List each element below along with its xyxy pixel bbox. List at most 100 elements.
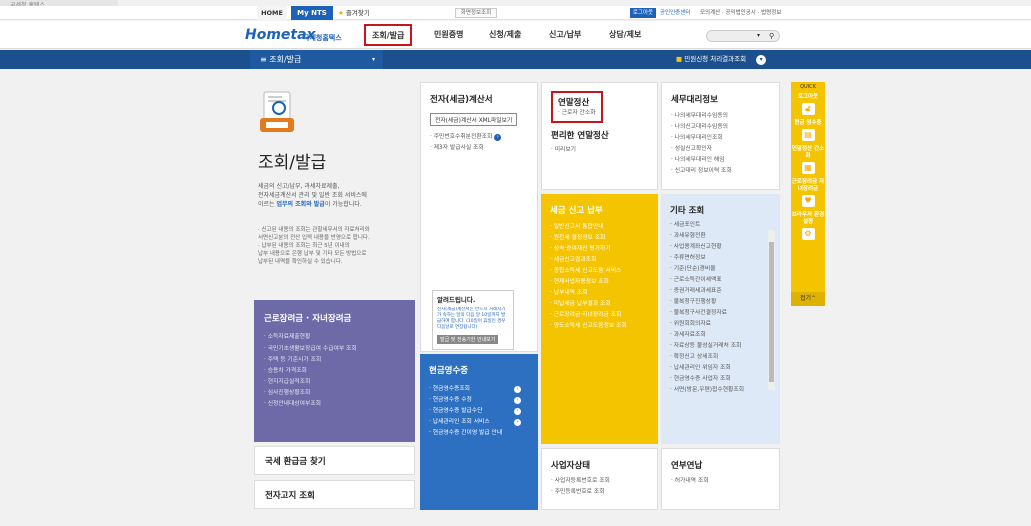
- result-inquiry-link[interactable]: ■ 민원신청 처리결과조회 ▾: [676, 50, 767, 69]
- list-item[interactable]: 증권거래세과세표준: [670, 286, 771, 297]
- panel-title[interactable]: 사업자상태: [551, 459, 648, 471]
- utility-links[interactable]: 모의계산 · 공익법인공시 · 법령정보: [700, 6, 781, 20]
- list-item[interactable]: 현금영수증 사업자 조회: [670, 374, 771, 385]
- chevron-down-icon[interactable]: ▾: [756, 55, 767, 65]
- mynts-link[interactable]: My NTS: [291, 6, 333, 20]
- list-item[interactable]: 근로자 간소화: [558, 108, 596, 119]
- list-item[interactable]: 미납세금 납부결과 조회: [550, 299, 649, 310]
- search-icon[interactable]: ⚲: [769, 31, 774, 41]
- list-item[interactable]: 현금영수증 발급수단 ›: [429, 406, 529, 417]
- panel-title[interactable]: 현금영수증: [429, 364, 529, 376]
- list-item[interactable]: 종합소득세 신고도움 서비스: [550, 266, 649, 277]
- list-item[interactable]: 원천세 결정정보 조회: [550, 233, 649, 244]
- deadline-guide-button[interactable]: 발급 및 전송기한 안내보기: [437, 335, 499, 344]
- favorites-link[interactable]: ★ 즐겨찾기: [338, 6, 370, 20]
- list-item[interactable]: 근로소득간이세액표: [670, 275, 771, 286]
- list-item[interactable]: 세금포인트: [670, 220, 771, 231]
- cert-center-link[interactable]: 공인인증센터: [660, 6, 690, 20]
- other-inquiry-scrollbar[interactable]: [768, 230, 775, 390]
- list-item[interactable]: 서면(방문,우편)접수현황조회: [670, 385, 771, 396]
- current-menu-label: 조회/발급: [269, 55, 302, 64]
- list-item[interactable]: 나의세무대리인 해임: [671, 155, 770, 166]
- arrow-icon: ›: [494, 134, 502, 141]
- refund-title[interactable]: 국세 환급금 찾기: [265, 455, 404, 467]
- panel-title[interactable]: 세금 신고 납부: [550, 204, 649, 216]
- list-item[interactable]: 사업용계좌신고현황: [670, 242, 771, 253]
- panel-refund[interactable]: 국세 환급금 찾기: [254, 446, 415, 475]
- logout-button[interactable]: 로그아웃: [630, 8, 656, 18]
- screen-info-button[interactable]: 화면정보조회: [455, 8, 497, 18]
- list-item[interactable]: 양도소득세 신고도움정보 조회: [550, 321, 649, 332]
- heart-icon: ♥: [801, 195, 815, 207]
- list-item[interactable]: 성실신고확인자: [671, 144, 770, 155]
- panel-list: 미리보기: [551, 145, 648, 156]
- list-item[interactable]: 제3자 발급사실 조회: [430, 143, 528, 154]
- nav-item-counsel[interactable]: 상담/제보: [609, 21, 641, 49]
- list-item[interactable]: 현금영수증 간이영 발급 안내: [429, 428, 529, 439]
- quick-item-logout[interactable]: 로그아웃 🔓︎: [791, 94, 825, 115]
- list-item[interactable]: 현금영수증조회 ›: [429, 384, 529, 395]
- panel-title[interactable]: 전자(세금)계산서: [430, 93, 528, 105]
- list-item[interactable]: 현재사업자용정보 조회: [550, 277, 649, 288]
- quick-item-cash-receipt[interactable]: 현금 영수증 ▤: [791, 120, 825, 141]
- panel-title[interactable]: 근로장려금 · 자녀장려금: [264, 312, 405, 324]
- list-item[interactable]: 기준(단순)경비율: [670, 264, 771, 275]
- list-item[interactable]: 주민번호수취분전환조회 ›: [430, 132, 528, 143]
- nav-item-filing[interactable]: 신고/납부: [549, 21, 581, 49]
- panel-title[interactable]: 연부연납: [671, 459, 770, 471]
- ebill-title[interactable]: 전자고지 조회: [265, 489, 404, 501]
- desc-line: 전자세금계산서 관리 및 일반 조회 서비스에: [258, 192, 367, 199]
- nav-item-certificate[interactable]: 민원증명: [434, 21, 463, 49]
- list-item[interactable]: 납세관리인 위임자 조회: [670, 363, 771, 374]
- quick-close-button[interactable]: 접기⌃: [791, 292, 825, 306]
- list-item[interactable]: 신고대리 정보이력 조회: [671, 166, 770, 177]
- list-item[interactable]: 나의세무대리수임동의: [671, 111, 770, 122]
- list-item[interactable]: 승용차 가격조회: [264, 366, 405, 377]
- home-link[interactable]: HOME: [257, 6, 287, 20]
- list-item[interactable]: 일반신고서 통합안내: [550, 222, 649, 233]
- list-item[interactable]: 국민기초생활보장급여 수급여부 조회: [264, 343, 405, 355]
- nav-search-input[interactable]: ▾ ⚲: [706, 30, 780, 42]
- list-item[interactable]: 나의세무대리인조회: [671, 133, 770, 144]
- list-item[interactable]: 불복청구사건결정자료: [670, 308, 771, 319]
- list-item[interactable]: 나의신고대리수임동의: [671, 122, 770, 133]
- list-item[interactable]: 상속·증여재산 평가하기: [550, 244, 649, 255]
- list-item[interactable]: 위원회회의자료: [670, 319, 771, 330]
- list-item[interactable]: 확정신고 상세조회: [670, 352, 771, 363]
- chevron-down-icon[interactable]: ▾: [757, 31, 760, 41]
- quick-item-browser-settings[interactable]: 브라우저 환경설정 ⚙: [791, 212, 825, 240]
- list-item[interactable]: 미리보기: [551, 145, 648, 156]
- arrow-icon: ›: [514, 397, 521, 404]
- list-item[interactable]: 사업자등록번호로 조회: [551, 476, 648, 487]
- xml-view-button[interactable]: 전자(세금)계산서 XML파일보기: [430, 113, 518, 126]
- list-item[interactable]: 주민등록번호로 조회: [551, 487, 648, 498]
- list-item[interactable]: 주택 등 기준시가 조회: [264, 355, 405, 366]
- panel-ebill[interactable]: 전자고지 조회: [254, 480, 415, 509]
- scrollbar-thumb[interactable]: [769, 242, 774, 382]
- list-item[interactable]: 심사진행상황조회: [264, 388, 405, 399]
- list-item[interactable]: 신청안내대상여부조회: [264, 399, 405, 410]
- current-menu-dropdown[interactable]: ≡ 조회/발급 ▾: [250, 50, 383, 69]
- list-item[interactable]: 근로장려금·자녀장려금 조회: [550, 310, 649, 321]
- list-item[interactable]: 소득자료제출현황: [264, 332, 405, 343]
- list-item[interactable]: 현금영수증 수정 ›: [429, 395, 529, 406]
- panel-title[interactable]: 편리한 연말정산: [551, 129, 648, 141]
- nav-item-apply[interactable]: 신청/제출: [489, 21, 521, 49]
- list-item[interactable]: 자료상등 불성실거래처 조회: [670, 341, 771, 352]
- hometax-logo[interactable]: Hometax 국세청홈택스: [245, 25, 345, 45]
- list-item[interactable]: 납부내역 조회: [550, 288, 649, 299]
- nav-item-inquiry[interactable]: 조회/발급: [364, 24, 413, 46]
- list-item[interactable]: 과세유형전환: [670, 231, 771, 242]
- list-item[interactable]: 현지지급실적조회: [264, 377, 405, 388]
- quick-item-incentive[interactable]: 근로장려금 자녀장려금 ♥: [791, 179, 825, 207]
- list-item[interactable]: 세금신고결과조회: [550, 255, 649, 266]
- panel-title[interactable]: 기타 조회: [670, 204, 771, 216]
- list-item[interactable]: 과세자료조회: [670, 330, 771, 341]
- list-item[interactable]: 허가내역 조회: [671, 476, 770, 487]
- panel-title[interactable]: 연말정산: [558, 96, 596, 108]
- panel-title[interactable]: 세무대리정보: [671, 93, 770, 105]
- quick-item-yearend[interactable]: 연말정산 간소화 ▦: [791, 146, 825, 174]
- list-item[interactable]: 납세관리인 조회 서비스 ›: [429, 417, 529, 428]
- list-item[interactable]: 주류면허정보: [670, 253, 771, 264]
- list-item[interactable]: 불복청구진행상황: [670, 297, 771, 308]
